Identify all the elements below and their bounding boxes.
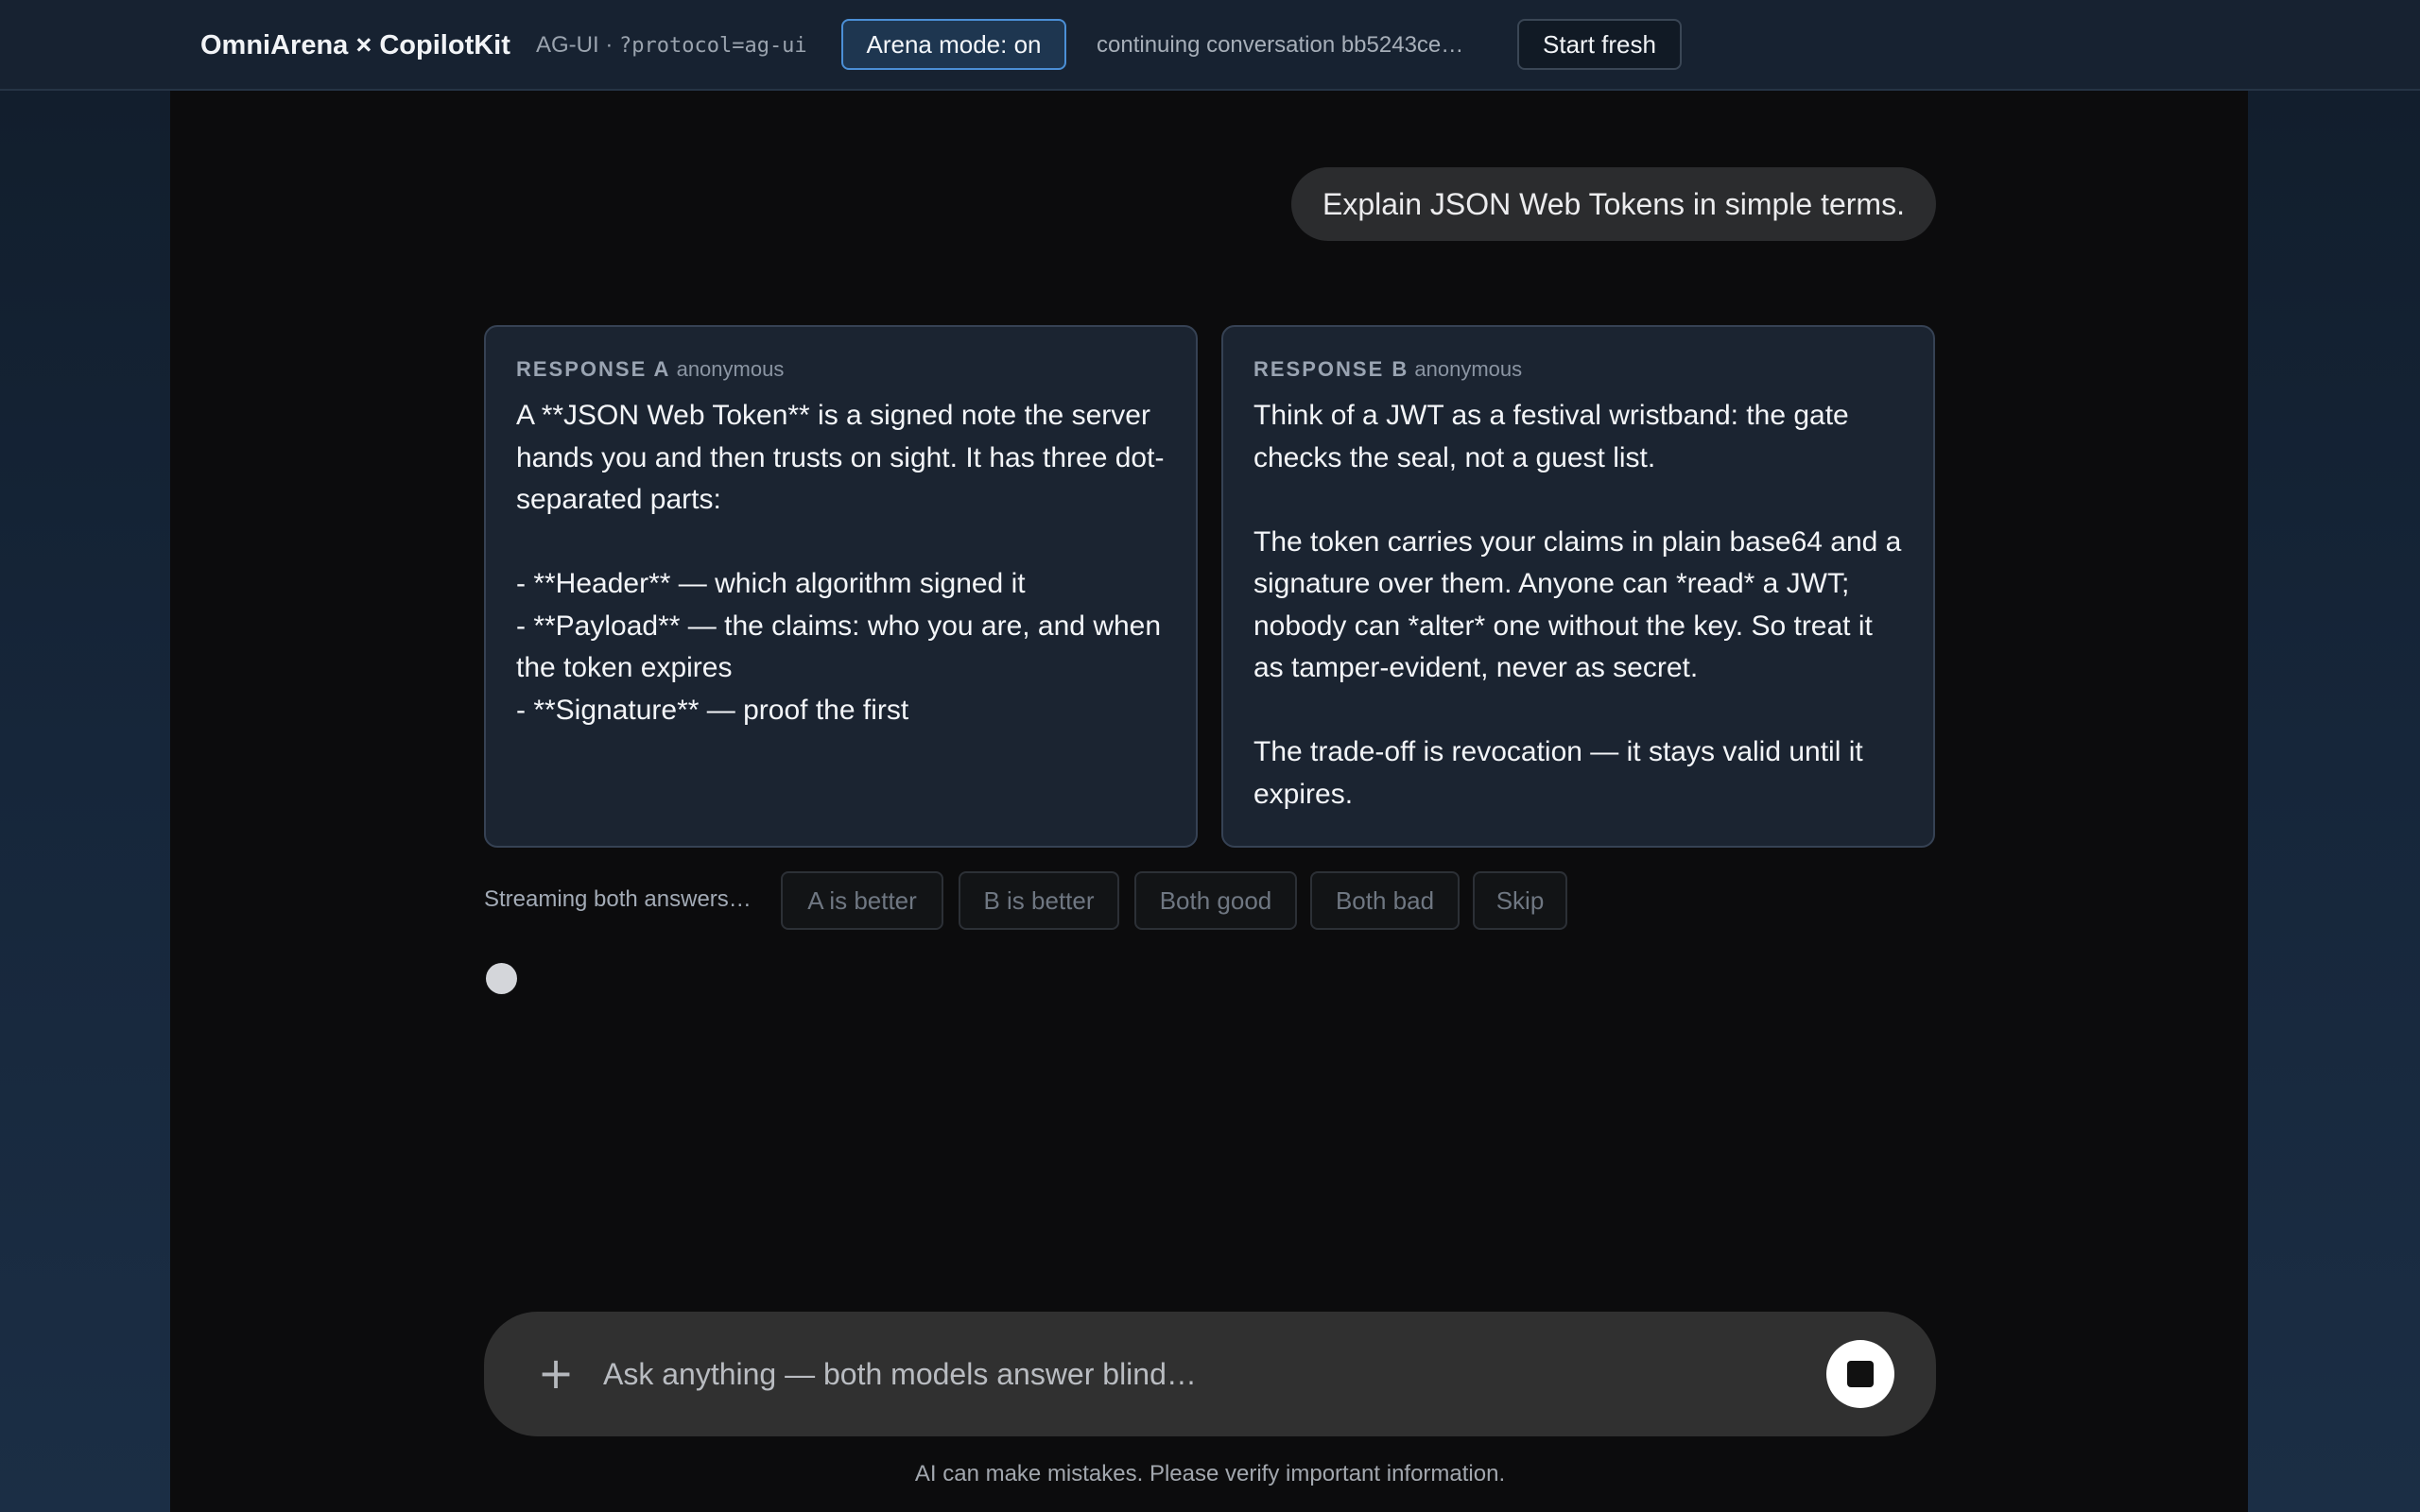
response-a-header: RESPONSE A anonymous (516, 355, 1166, 384)
disclaimer: AI can make mistakes. Please verify impo… (914, 1461, 1506, 1486)
app-title: OmniArena × CopilotKit (200, 30, 510, 60)
response-b-tag: RESPONSE B (1253, 357, 1409, 381)
response-b-header: RESPONSE B anonymous (1253, 355, 1903, 384)
top-bar: OmniArena × CopilotKit AG-UI · ?protocol… (0, 0, 2420, 91)
response-a-tag: RESPONSE A (516, 357, 671, 381)
protocol-label: AG-UI · (536, 32, 619, 58)
vote-row: Streaming both answers… A is better B is… (484, 871, 1713, 930)
start-fresh-button[interactable]: Start fresh (1517, 19, 1682, 70)
message-input[interactable] (603, 1346, 1737, 1402)
plus-icon[interactable]: + (531, 1349, 580, 1399)
response-a-card: RESPONSE A anonymous A **JSON Web Token*… (484, 325, 1198, 848)
response-a-author: anonymous (676, 357, 785, 381)
arena-mode-toggle[interactable]: Arena mode: on (841, 19, 1066, 70)
streaming-status: Streaming both answers… (484, 886, 752, 912)
chat-panel (170, 91, 2248, 1512)
response-a-text: A **JSON Web Token** is a signed note th… (516, 400, 1165, 726)
vote-b-better-button[interactable]: B is better (959, 871, 1119, 930)
composer: + (484, 1312, 1936, 1436)
vote-both-bad-button[interactable]: Both bad (1310, 871, 1460, 930)
user-message: Explain JSON Web Tokens in simple terms. (1291, 167, 1936, 241)
protocol-indicator: AG-UI · ?protocol=ag-ui (536, 26, 807, 64)
stop-button[interactable] (1826, 1340, 1894, 1408)
vote-a-better-button[interactable]: A is better (781, 871, 943, 930)
protocol-param: ?protocol=ag-ui (619, 34, 807, 58)
vote-both-good-button[interactable]: Both good (1134, 871, 1297, 930)
vote-skip-button[interactable]: Skip (1473, 871, 1567, 930)
stop-icon (1847, 1361, 1874, 1387)
response-b-author: anonymous (1414, 357, 1523, 381)
response-b-text: Think of a JWT as a festival wristband: … (1253, 400, 1902, 810)
loading-indicator (486, 963, 517, 994)
conversation-status: continuing conversation bb5243ce… (1097, 32, 1464, 58)
response-b-card: RESPONSE B anonymous Think of a JWT as a… (1221, 325, 1935, 848)
